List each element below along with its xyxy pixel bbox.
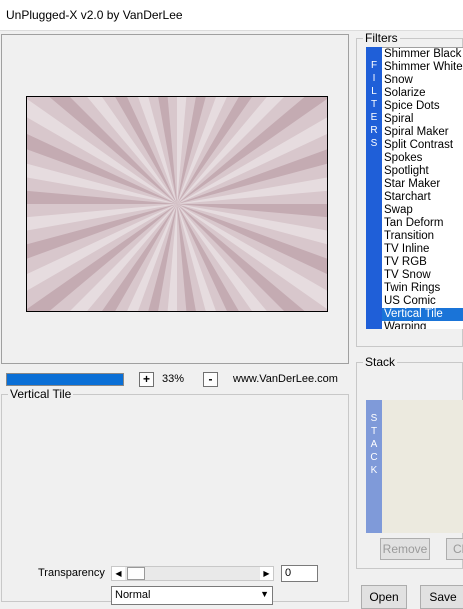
filter-item[interactable]: Spotlight <box>382 165 463 178</box>
vertical-letter: S <box>370 138 378 149</box>
stack-legend: Stack <box>363 355 398 369</box>
filter-item[interactable]: Spokes <box>382 152 463 165</box>
filter-item[interactable]: Vertical Tile <box>382 308 463 321</box>
vertical-letter: T <box>370 426 378 437</box>
chevron-down-icon: ▼ <box>260 589 269 599</box>
vertical-letter: K <box>370 465 378 476</box>
filter-item[interactable]: Twin Rings <box>382 282 463 295</box>
clear-button[interactable]: Cl <box>446 538 463 560</box>
preview-image[interactable] <box>26 96 328 312</box>
title-bar: UnPlugged-X v2.0 by VanDerLee <box>0 0 463 31</box>
filter-item[interactable]: TV Snow <box>382 269 463 282</box>
remove-button[interactable]: Remove <box>380 538 430 560</box>
filter-item[interactable]: Snow <box>382 74 463 87</box>
filter-item[interactable]: Tan Deform <box>382 217 463 230</box>
transparency-label: Transparency <box>38 567 105 579</box>
filter-item[interactable]: Warping <box>382 321 463 329</box>
filters-vertical-label: FILTERS <box>366 47 382 329</box>
filter-item[interactable]: Split Contrast <box>382 139 463 152</box>
vertical-letter: T <box>370 99 378 110</box>
vertical-letter: I <box>372 73 376 84</box>
filter-item[interactable]: Shimmer White <box>382 61 463 74</box>
filter-item[interactable]: TV RGB <box>382 256 463 269</box>
filter-item[interactable]: Transition <box>382 230 463 243</box>
filter-item[interactable]: Star Maker <box>382 178 463 191</box>
vertical-letter: R <box>370 125 378 136</box>
vertical-letter: F <box>370 60 378 71</box>
filter-item[interactable]: Starchart <box>382 191 463 204</box>
open-button[interactable]: Open <box>361 585 407 609</box>
zoom-out-button[interactable]: - <box>203 372 218 387</box>
blend-mode-value: Normal <box>115 589 151 601</box>
starburst-pattern <box>27 97 327 311</box>
main-window: + 33% - www.VanDerLee.com Vertical Tile … <box>0 31 463 609</box>
filter-item[interactable]: Spiral Maker <box>382 126 463 139</box>
scroll-left-arrow-icon[interactable]: ◀ <box>112 567 125 580</box>
scroll-right-arrow-icon[interactable]: ▶ <box>260 567 273 580</box>
vertical-letter: L <box>371 86 377 97</box>
vertical-letter: A <box>370 439 378 450</box>
website-link[interactable]: www.VanDerLee.com <box>233 373 338 385</box>
zoom-level: 33% <box>162 373 185 385</box>
filter-item[interactable]: Swap <box>382 204 463 217</box>
transparency-input[interactable]: 0 <box>281 565 318 582</box>
progress-fill <box>7 374 123 385</box>
stack-vertical-label: STACK <box>366 400 382 533</box>
filter-item[interactable]: Solarize <box>382 87 463 100</box>
window-title: UnPlugged-X v2.0 by VanDerLee <box>6 8 183 22</box>
preview-panel <box>1 34 349 364</box>
blend-mode-select[interactable]: Normal ▼ <box>111 586 273 605</box>
zoom-in-button[interactable]: + <box>139 372 154 387</box>
save-button[interactable]: Save <box>420 585 463 609</box>
vertical-letter: S <box>370 413 378 424</box>
filters-legend: Filters <box>363 31 400 45</box>
vertical-letter: E <box>370 112 378 123</box>
stack-list[interactable] <box>382 400 463 533</box>
slider-thumb[interactable] <box>127 567 145 580</box>
progress-bar <box>6 373 124 386</box>
filter-item[interactable]: Spiral <box>382 113 463 126</box>
vertical-letter: C <box>370 452 378 463</box>
transparency-slider[interactable]: ◀ ▶ <box>111 566 274 581</box>
settings-legend: Vertical Tile <box>8 387 74 401</box>
filter-item[interactable]: Spice Dots <box>382 100 463 113</box>
filter-item[interactable]: Shimmer Black <box>382 48 463 61</box>
filter-item[interactable]: US Comic <box>382 295 463 308</box>
filter-item[interactable]: TV Inline <box>382 243 463 256</box>
filter-list[interactable]: Shimmer Black Shimmer White Snow Solarize Sp… <box>382 47 463 329</box>
